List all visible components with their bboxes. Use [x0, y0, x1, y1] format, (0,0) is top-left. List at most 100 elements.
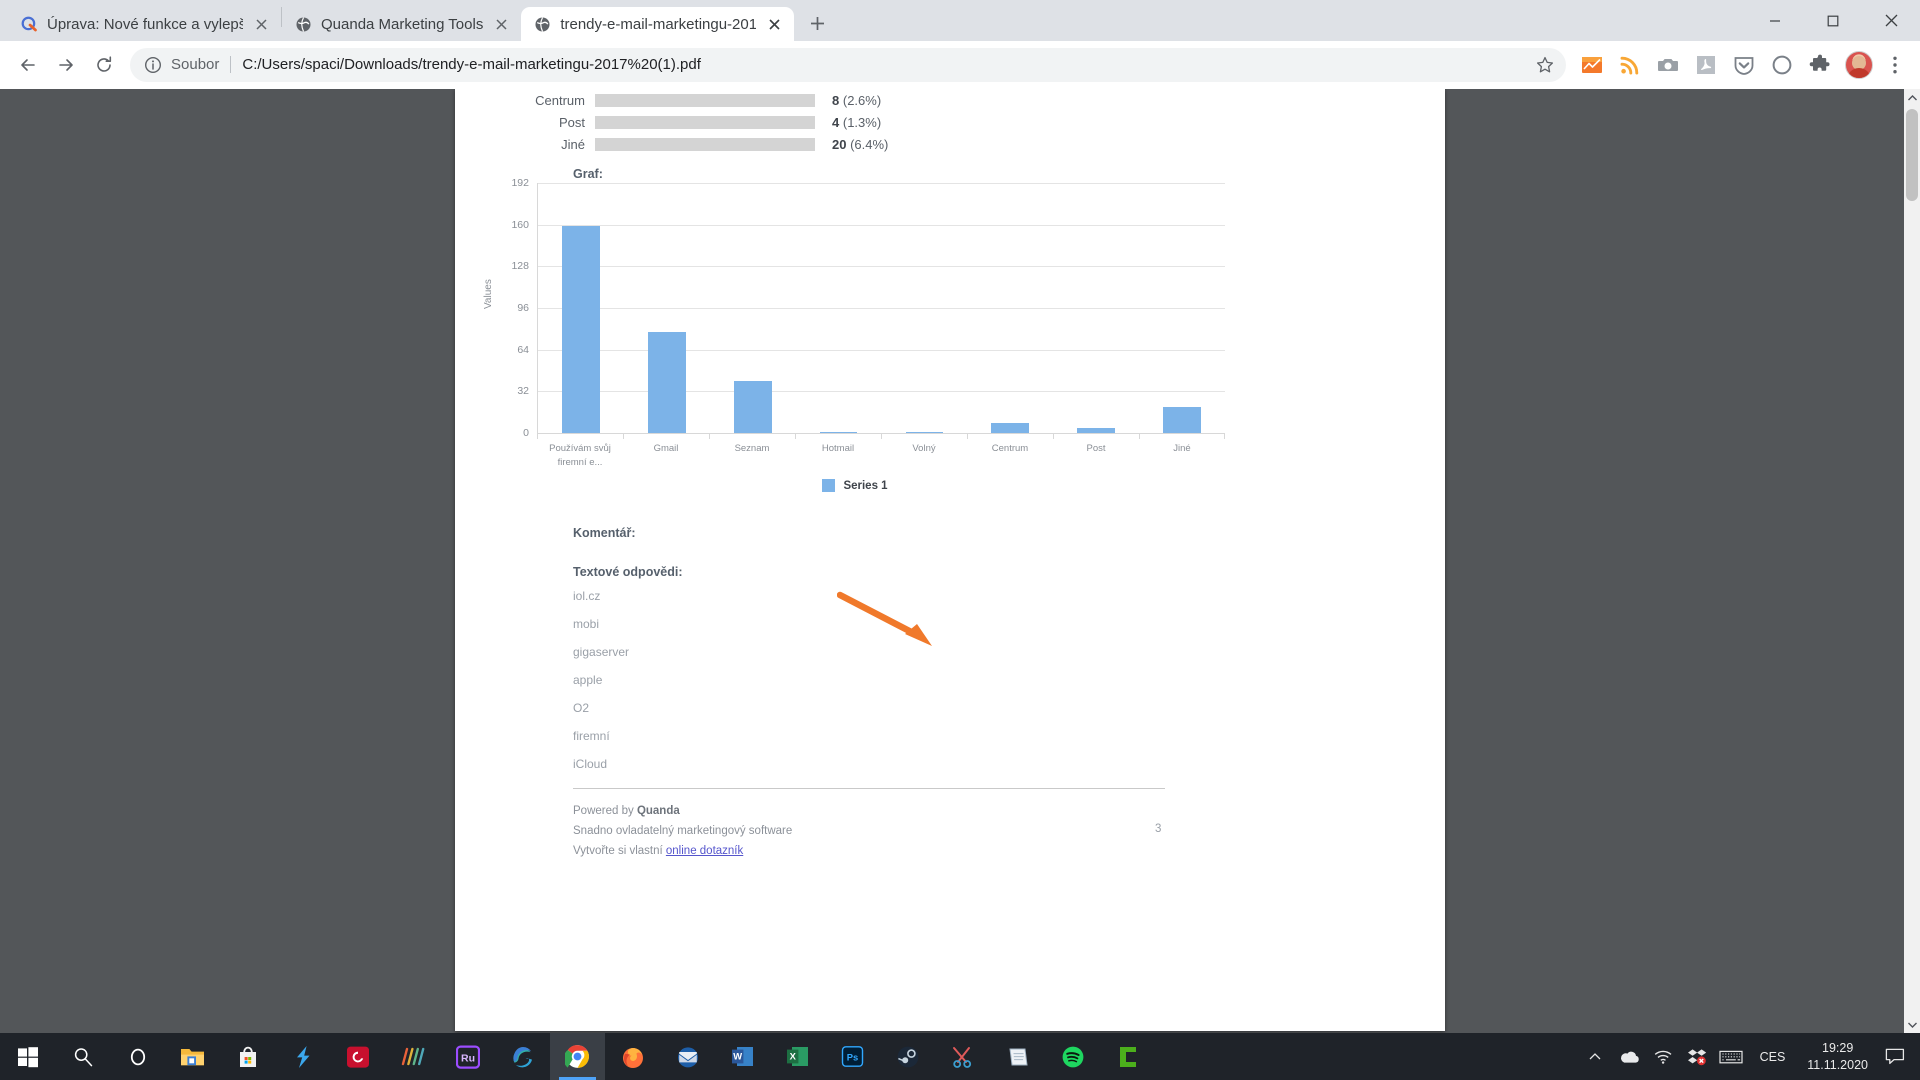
show-hidden-icons-chevron[interactable]	[1578, 1033, 1612, 1080]
snipping-tool-button[interactable]	[935, 1033, 990, 1080]
omnibox-divider	[230, 56, 232, 73]
comment-section-title: Komentář:	[573, 526, 636, 540]
svg-text:Ps: Ps	[847, 1051, 858, 1062]
text-answer-item: O2	[573, 701, 590, 715]
microsoft-edge-button[interactable]	[495, 1033, 550, 1080]
dropbox-error-icon[interactable]	[1680, 1033, 1714, 1080]
window-maximize-button[interactable]	[1804, 0, 1862, 41]
progress-value: 8 (2.6%)	[832, 93, 881, 108]
url-text[interactable]: C:/Users/spaci/Downloads/trendy-e-mail-m…	[242, 56, 1530, 73]
window-close-button[interactable]	[1862, 0, 1920, 41]
action-center-button[interactable]	[1878, 1033, 1912, 1080]
adobe-creative-cloud-button[interactable]	[330, 1033, 385, 1080]
new-tab-button[interactable]	[800, 6, 834, 40]
notepad-button[interactable]	[990, 1033, 1045, 1080]
tab-close-icon[interactable]	[252, 15, 271, 34]
globe-icon	[535, 16, 550, 32]
annotation-arrow-icon	[837, 591, 932, 646]
bookmark-star-icon[interactable]	[1530, 50, 1560, 80]
profile-avatar[interactable]	[1845, 50, 1873, 79]
scroll-up-button[interactable]	[1904, 89, 1920, 106]
screenshot-camera-icon[interactable]	[1653, 50, 1683, 80]
footer-cta-prefix: Vytvořte si vlastní	[573, 845, 666, 858]
bar[interactable]	[733, 381, 772, 433]
url-scheme-label: Soubor	[171, 56, 220, 73]
keyboard-icon[interactable]	[1714, 1033, 1748, 1080]
google-chrome-icon	[565, 1045, 589, 1068]
info-circle-icon[interactable]	[144, 56, 162, 74]
bar[interactable]	[647, 331, 686, 433]
start-button[interactable]	[0, 1033, 55, 1080]
progress-row: Jiné 20 (6.4%)	[455, 137, 1015, 152]
progress-value: 20 (6.4%)	[832, 137, 888, 152]
input-language-indicator[interactable]: CES	[1748, 1050, 1798, 1064]
clock[interactable]: 19:29 11.11.2020	[1797, 1040, 1878, 1074]
bar-cell	[538, 183, 624, 433]
back-button[interactable]	[10, 47, 46, 83]
window-controls	[1746, 0, 1920, 41]
mozilla-firefox-button[interactable]	[605, 1033, 660, 1080]
mozilla-firefox-icon	[622, 1047, 643, 1068]
bar[interactable]	[1163, 407, 1201, 433]
taskbar-search-button[interactable]	[55, 1033, 110, 1080]
tab-close-icon[interactable]	[492, 15, 511, 34]
clock-time: 19:29	[1822, 1040, 1854, 1055]
progress-count: 20	[832, 137, 847, 152]
pdf-page: Centrum 8 (2.6%) Post 4 (1.3%) Jiné 20 (…	[455, 89, 1445, 1031]
audio-waveform-icon	[401, 1047, 424, 1065]
browser-tab-1[interactable]: Úprava: Nové funkce a vylepšení	[8, 7, 281, 41]
browser-tab-2[interactable]: Quanda Marketing Tools	[282, 7, 522, 41]
page-number: 3	[1155, 823, 1162, 835]
forward-button[interactable]	[48, 47, 84, 83]
steam-icon	[897, 1046, 918, 1067]
tab-close-icon[interactable]	[765, 15, 784, 34]
adobe-photoshop-button[interactable]: Ps	[825, 1033, 880, 1080]
adobe-premiere-rush-button[interactable]: Ru	[440, 1033, 495, 1080]
scrollbar-thumb[interactable]	[1906, 109, 1918, 201]
microsoft-store-button[interactable]	[220, 1033, 275, 1080]
microsoft-word-button[interactable]: W	[715, 1033, 770, 1080]
spotify-icon	[1062, 1046, 1083, 1067]
online-questionnaire-link[interactable]: online dotazník	[666, 845, 743, 857]
window-minimize-button[interactable]	[1746, 0, 1804, 41]
x-tick-label: Seznam	[709, 433, 795, 470]
browser-window: Úprava: Nové funkce a vylepšení Quanda M…	[0, 0, 1920, 1033]
calibre-icon	[1119, 1046, 1136, 1067]
cortana-button[interactable]	[110, 1033, 165, 1080]
lightshot-button[interactable]	[275, 1033, 330, 1080]
pdf-viewer[interactable]: Centrum 8 (2.6%) Post 4 (1.3%) Jiné 20 (…	[0, 89, 1920, 1033]
scroll-down-button[interactable]	[1904, 1016, 1920, 1033]
chart-plot-area: 192 160 128 96 64 32 0	[511, 177, 1225, 439]
rss-feed-icon[interactable]	[1615, 50, 1645, 80]
analytics-chart-icon[interactable]	[1577, 50, 1607, 80]
reload-button[interactable]	[86, 47, 122, 83]
onedrive-cloud-icon[interactable]	[1612, 1033, 1646, 1080]
spotify-button[interactable]	[1045, 1033, 1100, 1080]
kebab-menu-icon[interactable]	[1880, 48, 1910, 82]
x-tick-label: Používám svůj firemní e...	[537, 433, 623, 470]
adobe-acrobat-icon[interactable]	[1691, 50, 1721, 80]
file-explorer-button[interactable]	[165, 1033, 220, 1080]
grammarly-circle-icon[interactable]	[1767, 50, 1797, 80]
tab-title: Úprava: Nové funkce a vylepšení	[47, 15, 243, 33]
google-chrome-button[interactable]	[550, 1033, 605, 1080]
extensions-puzzle-icon[interactable]	[1805, 50, 1835, 80]
calibre-button[interactable]	[1100, 1033, 1155, 1080]
cortana-icon	[130, 1048, 145, 1065]
steam-button[interactable]	[880, 1033, 935, 1080]
reload-icon	[97, 55, 112, 72]
microsoft-edge-icon	[512, 1046, 532, 1067]
wifi-icon[interactable]	[1646, 1033, 1680, 1080]
bar[interactable]	[562, 226, 600, 433]
pocket-shield-icon[interactable]	[1729, 50, 1759, 80]
text-answer-item: gigaserver	[573, 645, 630, 659]
windows-taskbar: Ru W X Ps CES 19:29 11.11.2020	[0, 1033, 1920, 1080]
address-bar[interactable]: Soubor C:/Users/spaci/Downloads/trendy-e…	[130, 47, 1566, 82]
browser-tab-3[interactable]: trendy-e-mail-marketingu-2017 (	[521, 7, 795, 41]
bar[interactable]	[991, 422, 1030, 433]
microsoft-excel-button[interactable]: X	[770, 1033, 825, 1080]
x-tick-label: Jiné	[1139, 433, 1225, 470]
vertical-scrollbar[interactable]	[1904, 89, 1920, 1033]
audio-waveform-button[interactable]	[385, 1033, 440, 1080]
mozilla-thunderbird-button[interactable]	[660, 1033, 715, 1080]
